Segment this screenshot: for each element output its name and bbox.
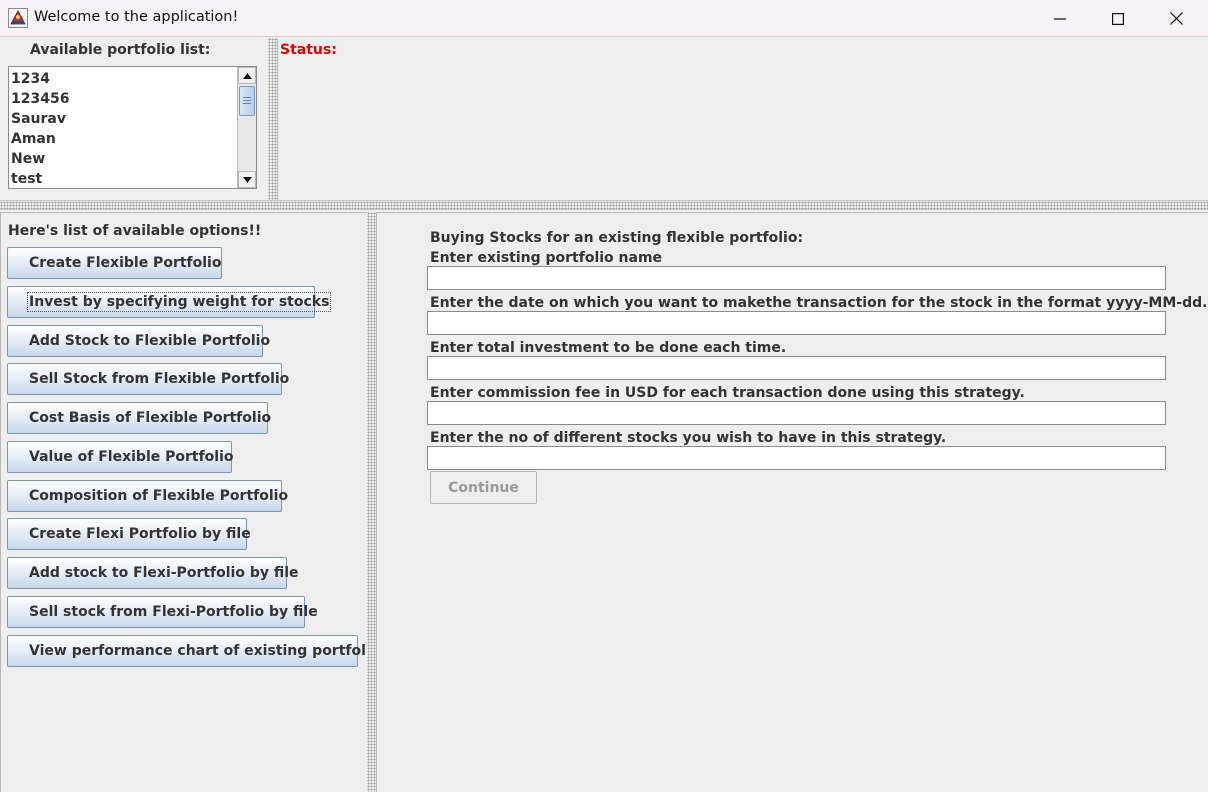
performance-chart-button[interactable]: View performance chart of existing portf… [7, 635, 380, 667]
horizontal-split-divider[interactable] [0, 200, 1208, 210]
transaction-date-input[interactable] [427, 311, 1166, 335]
transaction-date-label: Enter the date on which you want to make… [430, 295, 1208, 311]
form-heading: Buying Stocks for an existing flexible p… [430, 230, 804, 246]
title-bar: Welcome to the application! [0, 0, 1208, 37]
list-item[interactable]: Aman [11, 129, 237, 149]
options-label: Here's list of available options!! [8, 223, 262, 239]
scroll-thumb[interactable] [239, 86, 255, 116]
create-flexible-portfolio-button[interactable]: Create Flexible Portfolio [7, 247, 222, 279]
close-icon [1169, 12, 1183, 25]
scroll-down-button[interactable] [238, 171, 256, 188]
cost-basis-button[interactable]: Cost Basis of Flexible Portfolio [7, 402, 271, 434]
close-button[interactable] [1147, 0, 1205, 37]
composition-button[interactable]: Composition of Flexible Portfolio [7, 480, 288, 512]
stock-count-label: Enter the no of different stocks you wis… [430, 430, 947, 446]
stock-count-input[interactable] [427, 446, 1166, 470]
top-split-divider[interactable] [268, 38, 277, 200]
portfolio-list-label: Available portfolio list: [30, 42, 211, 58]
arrow-up-icon [242, 72, 252, 79]
maximize-button[interactable] [1089, 0, 1147, 37]
list-item[interactable]: 1234 [11, 69, 237, 89]
commission-fee-label: Enter commission fee in USD for each tra… [430, 385, 1025, 401]
minimize-button[interactable] [1031, 0, 1089, 37]
scroll-up-button[interactable] [238, 67, 256, 84]
bottom-split-divider[interactable] [367, 212, 376, 792]
list-item[interactable]: 123456 [11, 89, 237, 109]
portfolio-name-input[interactable] [427, 266, 1166, 290]
java-app-icon [8, 8, 28, 28]
invest-by-weight-button[interactable]: Invest by specifying weight for stocks [7, 286, 332, 318]
window-title: Welcome to the application! [34, 9, 239, 25]
add-stock-button[interactable]: Add Stock to Flexible Portfolio [7, 325, 270, 357]
list-item[interactable]: Saurav [11, 109, 237, 129]
create-portfolio-by-file-button[interactable]: Create Flexi Portfolio by file [7, 518, 251, 550]
total-investment-input[interactable] [427, 356, 1166, 380]
sell-stock-by-file-button[interactable]: Sell stock from Flexi-Portfolio by file [7, 596, 318, 628]
sell-stock-button[interactable]: Sell Stock from Flexible Portfolio [7, 363, 289, 395]
add-stock-by-file-button[interactable]: Add stock to Flexi-Portfolio by file [7, 557, 299, 589]
list-item[interactable]: New [11, 149, 237, 169]
portfolio-list[interactable]: 1234 123456 Saurav Aman New test [8, 66, 257, 189]
arrow-down-icon [242, 176, 252, 183]
minimize-icon [1054, 17, 1066, 20]
portfolio-name-label: Enter existing portfolio name [430, 250, 663, 266]
list-item[interactable]: test [11, 169, 237, 189]
list-scrollbar[interactable] [237, 67, 256, 188]
commission-fee-input[interactable] [427, 401, 1166, 425]
status-label: Status: [280, 42, 337, 58]
value-portfolio-button[interactable]: Value of Flexible Portfolio [7, 441, 234, 473]
maximize-icon [1112, 12, 1124, 25]
continue-button[interactable]: Continue [430, 471, 537, 504]
status-panel [278, 38, 1208, 200]
total-investment-label: Enter total investment to be done each t… [430, 340, 787, 356]
